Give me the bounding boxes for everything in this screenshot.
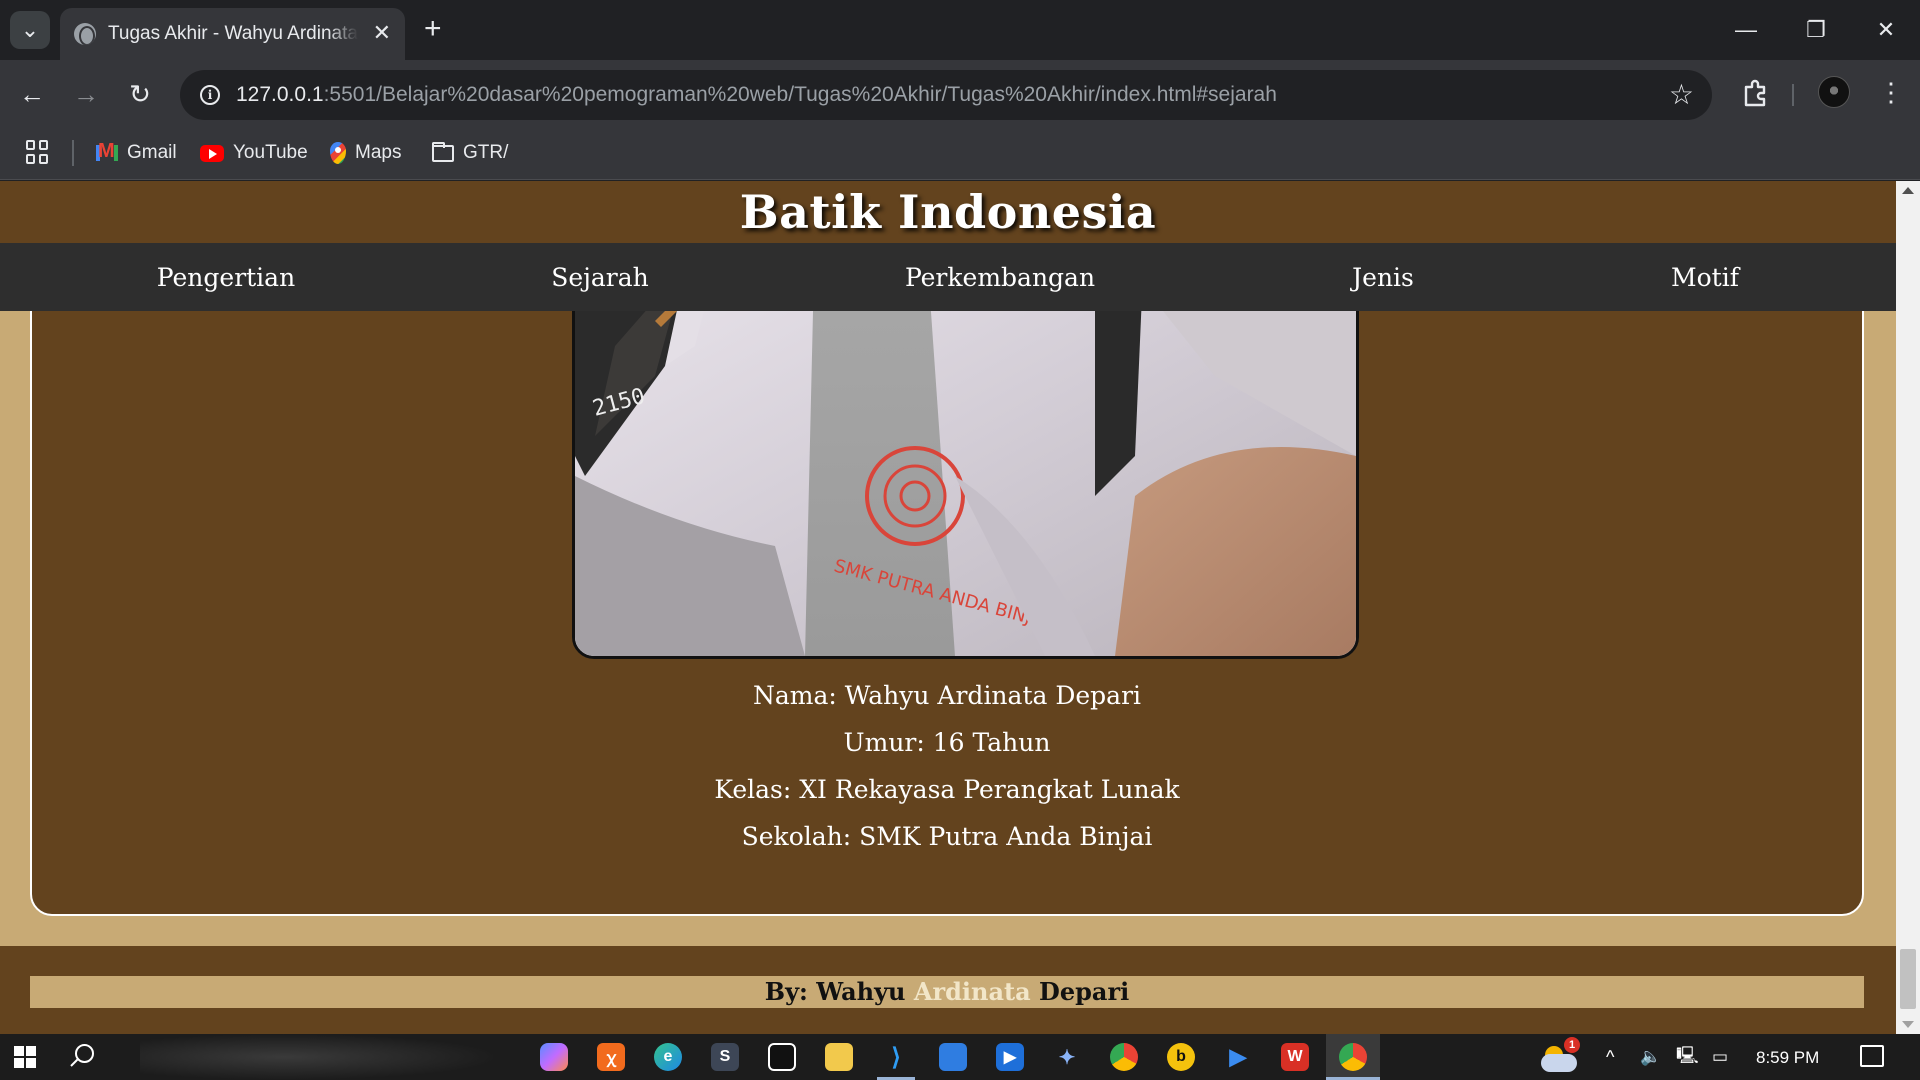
apps-grid-icon[interactable] <box>26 140 50 164</box>
profile-avatar[interactable] <box>1818 76 1850 108</box>
footer-credit-suffix: Depari <box>1030 977 1130 1006</box>
profile-card: 2150 SMK PUTRA ANDA BINJAI Nama: Wahyu A… <box>30 221 1864 916</box>
tab-search-button[interactable]: ⌄ <box>10 11 50 49</box>
nav-link-pengertian[interactable]: Pengertian <box>157 263 295 292</box>
extensions-icon[interactable] <box>1740 78 1770 108</box>
gmail-icon <box>96 140 118 163</box>
chrome-icon[interactable] <box>1110 1043 1138 1071</box>
url-text[interactable]: 127.0.0.1:5501/Belajar%20dasar%20pemogra… <box>236 83 1277 107</box>
bookmark-label: Maps <box>355 142 402 163</box>
bookmark-maps[interactable]: Maps <box>330 140 401 166</box>
profile-class: Kelas: XI Rekayasa Perangkat Lunak <box>714 775 1180 804</box>
profile-info: Nama: Wahyu Ardinata Depari Umur: 16 Tah… <box>32 672 1862 860</box>
xampp-icon[interactable]: ꭓ <box>597 1043 625 1071</box>
footer-credit-highlight: Ardinata <box>913 977 1031 1006</box>
bookmark-label: YouTube <box>233 142 308 163</box>
windows-taskbar: ꭓ e S ⟩ ▶ ✦ b ▶ W 1 ^ 🔈 🖳 ▭ 8:59 PM <box>0 1034 1920 1080</box>
bandicam-icon[interactable]: b <box>1167 1043 1195 1071</box>
address-bar[interactable]: i 127.0.0.1:5501/Belajar%20dasar%20pemog… <box>180 70 1712 120</box>
vscode-icon[interactable]: ⟩ <box>882 1043 910 1071</box>
nav-link-sejarah[interactable]: Sejarah <box>551 263 649 292</box>
browser-tabstrip: ⌄ Tugas Akhir - Wahyu Ardinata Depari ✕ … <box>0 0 1920 60</box>
nav-link-motif[interactable]: Motif <box>1671 263 1739 292</box>
tab-title: Tugas Akhir - Wahyu Ardinata Depari <box>108 23 358 44</box>
site-title: Batik Indonesia <box>739 185 1157 239</box>
globe-icon <box>74 23 96 45</box>
chrome-active-icon[interactable] <box>1339 1043 1367 1071</box>
close-window-button[interactable]: ✕ <box>1856 12 1916 48</box>
bookmark-label: GTR/ <box>463 142 509 163</box>
url-path: :5501/Belajar%20dasar%20pemograman%20web… <box>323 83 1277 106</box>
footer-credit-prefix: By: Wahyu <box>764 977 914 1006</box>
weather-badge: 1 <box>1564 1037 1580 1053</box>
page-scrollbar[interactable] <box>1896 181 1920 1034</box>
network-icon[interactable]: 🖳 <box>1676 1034 1699 1080</box>
sublime-icon[interactable]: S <box>711 1043 739 1071</box>
bookmarks-separator <box>72 140 74 166</box>
scroll-up-arrow-icon[interactable] <box>1902 187 1914 194</box>
copilot-icon[interactable] <box>540 1043 568 1071</box>
battery-icon[interactable]: ▭ <box>1712 1034 1728 1080</box>
chevron-down-icon: ⌄ <box>20 17 40 42</box>
bookmark-star-icon[interactable]: ☆ <box>1669 78 1694 111</box>
back-button[interactable]: ← <box>14 76 50 112</box>
scroll-thumb[interactable] <box>1900 949 1916 1009</box>
search-icon[interactable] <box>68 1044 94 1070</box>
maps-icon <box>330 142 346 164</box>
paint-icon[interactable] <box>939 1043 967 1071</box>
forward-button[interactable]: → <box>68 76 104 112</box>
tab-close-icon[interactable]: ✕ <box>373 20 391 46</box>
windows-start-icon[interactable] <box>14 1046 36 1068</box>
bookmark-youtube[interactable]: YouTube <box>200 140 308 166</box>
media-player-icon[interactable]: ▶ <box>996 1043 1024 1071</box>
site-info-icon[interactable]: i <box>194 79 226 111</box>
site-header: Batik Indonesia <box>0 181 1896 243</box>
toolbar-separator <box>1792 84 1794 106</box>
capcut-icon[interactable] <box>768 1043 796 1071</box>
footer-credit: By: Wahyu Ardinata Depari <box>30 976 1864 1008</box>
bookmark-folder-gtr[interactable]: GTR/ <box>432 140 508 166</box>
taskbar-clock[interactable]: 8:59 PM <box>1756 1048 1819 1068</box>
bookmark-label: Gmail <box>127 142 177 163</box>
page-viewport: 2150 SMK PUTRA ANDA BINJAI Nama: Wahyu A… <box>0 181 1896 1034</box>
youtube-icon <box>200 144 224 162</box>
nav-link-perkembangan[interactable]: Perkembangan <box>905 263 1095 292</box>
bookmark-gmail[interactable]: Gmail <box>96 140 177 166</box>
chevron-up-icon[interactable]: ^ <box>1606 1034 1614 1080</box>
wps-icon[interactable]: W <box>1281 1043 1309 1071</box>
new-tab-button[interactable]: + <box>424 14 442 44</box>
nav-link-jenis[interactable]: Jenis <box>1352 263 1414 292</box>
active-tab[interactable]: Tugas Akhir - Wahyu Ardinata Depari ✕ <box>60 8 405 60</box>
browser-toolbar: ← → ↻ i 127.0.0.1:5501/Belajar%20dasar%2… <box>0 60 1920 128</box>
joystick-icon[interactable]: ✦ <box>1053 1043 1081 1071</box>
bookmarks-bar: Gmail YouTube Maps GTR/ <box>0 128 1920 180</box>
profile-school: Sekolah: SMK Putra Anda Binjai <box>741 822 1153 851</box>
taskbar-background <box>140 1034 500 1080</box>
site-nav: Pengertian Sejarah Perkembangan Jenis Mo… <box>0 243 1896 311</box>
restore-button[interactable]: ❐ <box>1786 12 1846 48</box>
folder-icon <box>432 141 454 162</box>
file-explorer-icon[interactable] <box>825 1043 853 1071</box>
menu-kebab-icon[interactable]: ⋮ <box>1878 74 1904 110</box>
url-host: 127.0.0.1 <box>236 83 324 106</box>
minimize-button[interactable]: — <box>1716 12 1776 48</box>
play-icon[interactable]: ▶ <box>1224 1043 1252 1071</box>
notification-icon[interactable] <box>1860 1045 1884 1067</box>
reload-button[interactable]: ↻ <box>122 76 158 112</box>
profile-age: Umur: 16 Tahun <box>843 728 1051 757</box>
edge-icon[interactable]: e <box>654 1043 682 1071</box>
profile-name: Nama: Wahyu Ardinata Depari <box>752 681 1142 710</box>
volume-icon[interactable]: 🔈 <box>1640 1034 1661 1080</box>
scroll-down-arrow-icon[interactable] <box>1902 1021 1914 1028</box>
